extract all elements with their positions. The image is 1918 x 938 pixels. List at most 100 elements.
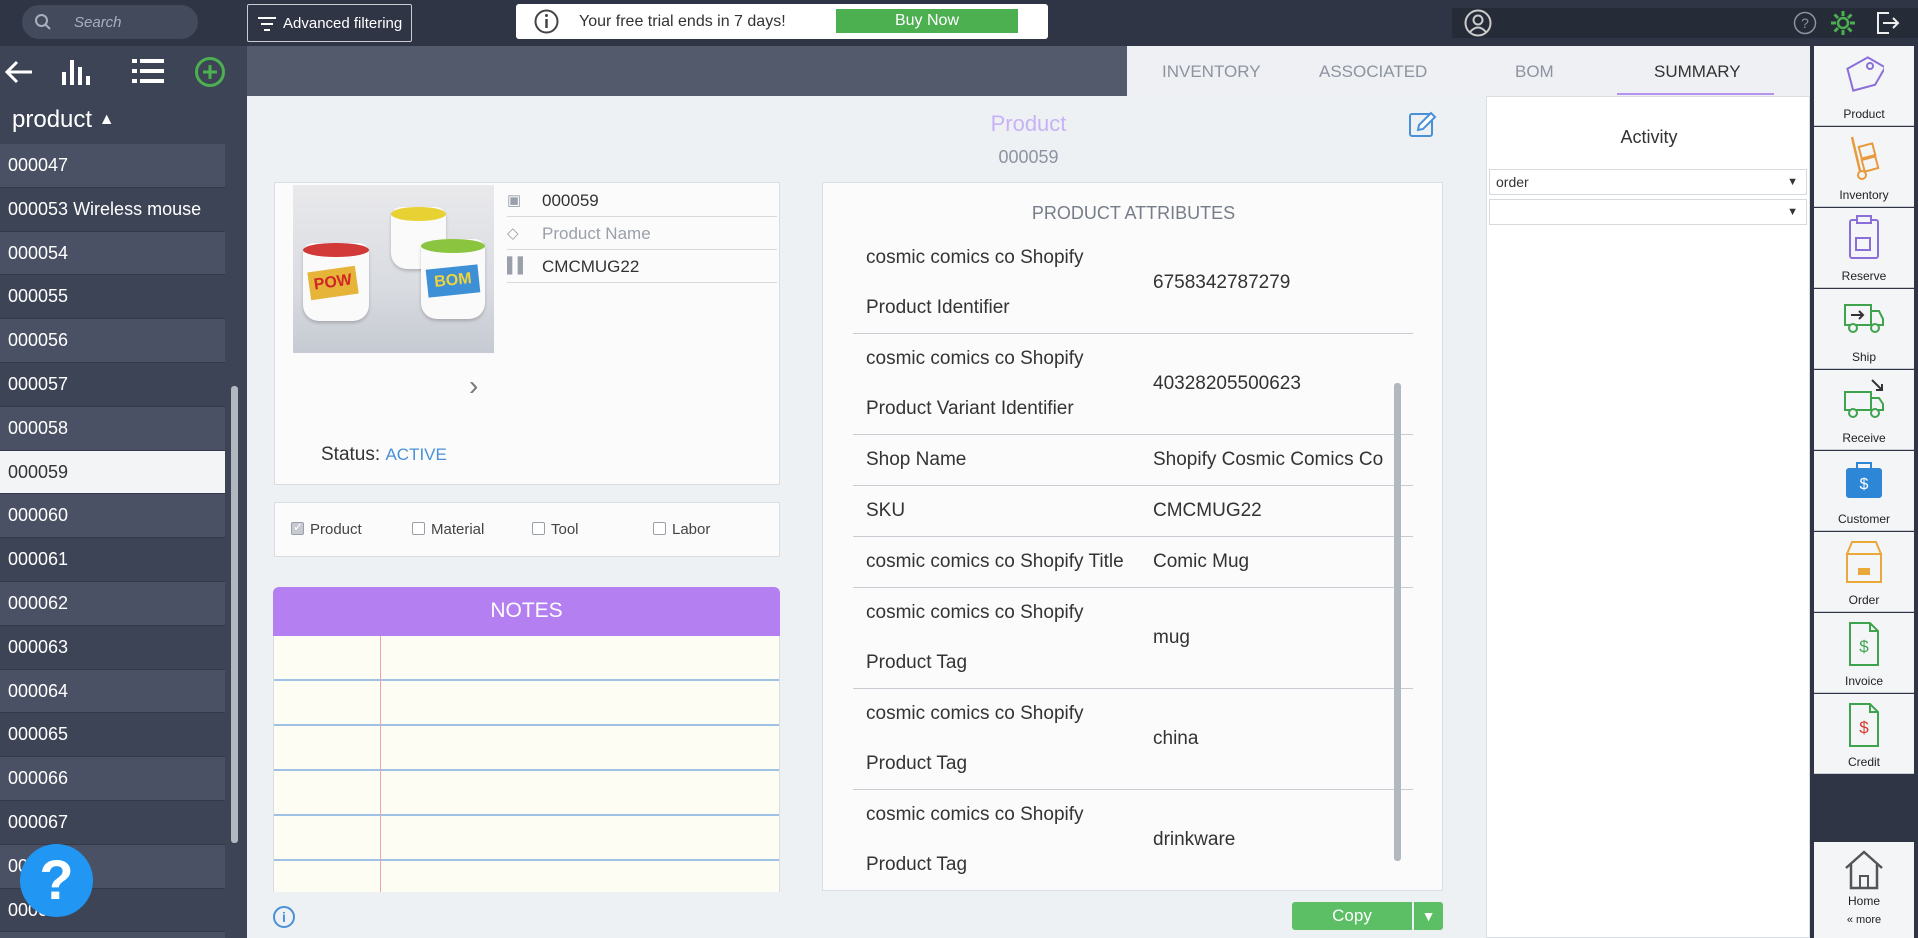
tag-icon: ◇ <box>507 225 519 242</box>
list-item[interactable]: 00007 <box>0 932 225 938</box>
activity-type-select[interactable]: order ▼ <box>1489 169 1807 195</box>
user-avatar-icon[interactable] <box>1464 9 1492 37</box>
rail-inventory-button[interactable]: Inventory <box>1814 127 1914 207</box>
chevron-right-icon[interactable]: › <box>469 370 478 402</box>
list-item[interactable]: 000055 <box>0 275 225 320</box>
product-name-field[interactable]: ◇ Product Name <box>507 218 777 250</box>
info-icon[interactable]: i <box>273 906 295 928</box>
list-item[interactable]: 000056 <box>0 319 225 363</box>
checkbox-labor-label: Labor <box>672 521 711 538</box>
advanced-filtering-button[interactable]: Advanced filtering <box>247 4 412 42</box>
attribute-value: china <box>1153 728 1199 749</box>
rail-invoice-button[interactable]: $ Invoice <box>1814 613 1914 693</box>
add-record-icon[interactable] <box>194 56 226 88</box>
svg-text:$: $ <box>1860 476 1869 493</box>
checkbox-product[interactable]: Product <box>291 520 362 538</box>
sort-up-icon[interactable]: ▲ <box>99 111 115 128</box>
rail-product-button[interactable]: Product <box>1814 46 1914 126</box>
active-tab-indicator <box>1617 93 1774 95</box>
more-link[interactable]: « more <box>1814 914 1914 926</box>
list-item[interactable]: 000059 <box>0 450 225 495</box>
activity-type-value: order <box>1496 174 1529 190</box>
rail-credit-button[interactable]: $ Credit <box>1814 694 1914 774</box>
home-button[interactable]: Home « more <box>1814 842 1914 938</box>
list-item[interactable]: 000047 <box>0 144 225 188</box>
list-item[interactable]: 000058 <box>0 406 225 451</box>
attribute-row: Shop Name Shopify Cosmic Comics Co <box>853 435 1413 486</box>
advanced-filtering-label: Advanced filtering <box>283 15 403 32</box>
activity-title: Activity <box>1620 127 1678 147</box>
list-scrollbar-thumb[interactable] <box>231 386 238 843</box>
checkbox-labor-box[interactable] <box>653 522 666 535</box>
rail-invoice-label: Invoice <box>1844 674 1884 688</box>
checkbox-product-label: Product <box>310 521 362 538</box>
list-icon[interactable] <box>132 58 164 84</box>
list-item[interactable]: 000061 <box>0 538 225 582</box>
product-image[interactable]: POW BOM <box>293 185 494 353</box>
list-item[interactable]: 000063 <box>0 626 225 670</box>
tab-inventory[interactable]: INVENTORY <box>1162 62 1261 82</box>
rail-receive-button[interactable]: Receive <box>1814 370 1914 450</box>
list-item[interactable]: 000065 <box>0 713 225 758</box>
logout-icon[interactable] <box>1874 10 1900 36</box>
tab-bom[interactable]: BOM <box>1515 62 1554 82</box>
rail-ship-button[interactable]: Ship <box>1814 289 1914 369</box>
help-button[interactable]: ? <box>20 844 93 917</box>
status-line: Status: ACTIVE <box>321 444 447 466</box>
notes-textarea[interactable] <box>273 636 780 892</box>
search-input[interactable]: Search <box>22 5 198 39</box>
rail-order-button[interactable]: Order <box>1814 532 1914 612</box>
filter-icon <box>258 17 276 31</box>
rail-order-label: Order <box>1848 593 1880 607</box>
checkbox-product-box[interactable] <box>291 520 304 535</box>
checkbox-tool[interactable]: Tool <box>532 521 579 538</box>
rail-customer-label: Customer <box>1837 512 1890 526</box>
edit-icon[interactable] <box>1408 110 1438 140</box>
attribute-value: drinkware <box>1153 829 1236 850</box>
help-icon[interactable]: ? <box>1793 11 1817 35</box>
attribute-value: Comic Mug <box>1153 551 1250 572</box>
list-item[interactable]: 000066 <box>0 757 225 801</box>
home-label: Home <box>1847 894 1880 908</box>
checkbox-material-label: Material <box>431 521 485 538</box>
checkbox-labor[interactable]: Labor <box>653 521 710 538</box>
buy-now-button[interactable]: Buy Now <box>836 9 1018 33</box>
list-item[interactable]: 000062 <box>0 581 225 626</box>
list-item[interactable]: 000064 <box>0 669 225 714</box>
attribute-value: mug <box>1153 627 1190 648</box>
dropdown-caret-icon: ▼ <box>1787 176 1798 188</box>
checkbox-tool-box[interactable] <box>532 522 545 535</box>
checkbox-material[interactable]: Material <box>412 521 484 538</box>
tab-summary[interactable]: SUMMARY <box>1654 62 1741 82</box>
list-title[interactable]: product ▲ <box>12 106 115 134</box>
list-item[interactable]: 000053 Wireless mouse <box>0 188 225 232</box>
barcode-icon: ▌▌ <box>507 257 529 274</box>
receive-truck-icon <box>1844 379 1884 418</box>
rail-customer-button[interactable]: $ Customer <box>1814 451 1914 531</box>
rail-reserve-button[interactable]: Reserve <box>1814 208 1914 288</box>
search-icon <box>35 14 51 30</box>
product-id-field[interactable]: ▣ 000059 <box>507 185 777 217</box>
activity-filter-select[interactable]: ▼ <box>1489 199 1807 225</box>
tab-associated[interactable]: ASSOCIATED <box>1319 62 1427 82</box>
chart-icon[interactable] <box>60 56 92 86</box>
attribute-row: SKU CMCMUG22 <box>853 486 1413 537</box>
back-arrow-icon[interactable] <box>4 60 34 84</box>
status-value[interactable]: ACTIVE <box>385 445 446 464</box>
product-sku-field[interactable]: ▌▌ CMCMUG22 <box>507 251 777 283</box>
rail-reserve-label: Reserve <box>1841 269 1887 283</box>
list-item[interactable]: 000060 <box>0 494 225 539</box>
attribute-value: Shopify Cosmic Comics Co <box>1153 449 1384 470</box>
list-item[interactable]: 000054 <box>0 231 225 276</box>
attribute-key: cosmic comics co Shopify Product Tag <box>866 602 1084 673</box>
copy-dropdown-toggle[interactable]: ▼ <box>1414 902 1443 930</box>
checkbox-material-box[interactable] <box>412 522 425 535</box>
activity-panel: Activity order ▼ ▼ <box>1486 96 1810 938</box>
gear-icon[interactable] <box>1830 10 1856 36</box>
copy-button[interactable]: Copy <box>1292 902 1412 930</box>
list-item[interactable]: 000057 <box>0 363 225 407</box>
rail-ship-label: Ship <box>1851 350 1877 364</box>
list-item[interactable]: 000067 <box>0 801 225 845</box>
record-list: 000047 000053 Wireless mouse 000054 000055 0… <box>0 144 225 938</box>
attributes-scrollbar[interactable] <box>1394 383 1401 861</box>
